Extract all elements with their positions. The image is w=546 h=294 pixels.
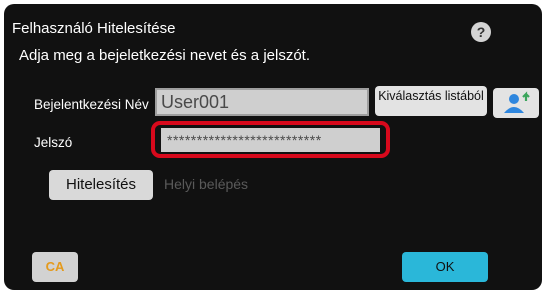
ok-button[interactable]: OK bbox=[402, 252, 488, 282]
user-add-icon bbox=[504, 91, 530, 113]
help-icon[interactable]: ? bbox=[471, 22, 491, 42]
select-from-list-button[interactable]: Kiválasztás listából bbox=[375, 86, 487, 116]
instruction-text: Adja meg a bejeletkezési nevet és a jels… bbox=[19, 47, 310, 64]
local-login-button: Helyi belépés bbox=[164, 176, 249, 192]
username-field[interactable]: User001 bbox=[155, 88, 369, 116]
password-label: Jelszó bbox=[34, 135, 73, 150]
user-select-button[interactable] bbox=[493, 88, 539, 118]
dialog-title: Felhasználó Hitelesítése bbox=[12, 20, 176, 37]
authenticate-button[interactable]: Hitelesítés bbox=[49, 170, 153, 200]
password-field[interactable]: ************************** bbox=[161, 128, 380, 152]
authentication-dialog: Felhasználó Hitelesítése ? Adja meg a be… bbox=[4, 4, 542, 290]
ca-button[interactable]: CA bbox=[32, 252, 78, 282]
username-label: Bejelentkezési Név bbox=[34, 97, 149, 112]
